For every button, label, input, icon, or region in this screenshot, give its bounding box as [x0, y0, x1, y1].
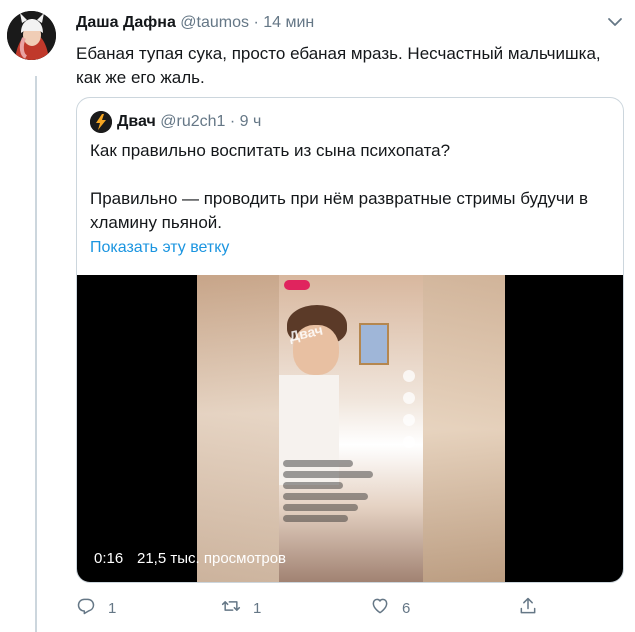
quoted-text: Как правильно воспитать из сына психопат…: [90, 139, 610, 235]
avatar[interactable]: [7, 11, 56, 60]
share-button[interactable]: [518, 597, 538, 619]
reply-button[interactable]: 1: [76, 597, 116, 619]
thread-line: [35, 76, 37, 632]
separator: ·: [253, 14, 259, 31]
quoted-text-line1: Как правильно воспитать из сына психопат…: [90, 141, 451, 160]
reply-count: 1: [108, 599, 117, 617]
video-player[interactable]: Двач 0:16 21,5 тыс. просмотров: [77, 275, 623, 582]
quoted-header: Двач @ru2ch1 · 9 ч: [117, 111, 261, 133]
author-name[interactable]: Даша Дафна: [76, 14, 176, 31]
tweet-actions: 1 1 6: [76, 597, 546, 619]
video-frame: Двач: [197, 275, 505, 582]
video-elapsed: 0:16: [94, 550, 124, 567]
video-views: 21,5 тыс. просмотров: [137, 550, 287, 567]
tweet-header: Даша Дафна @taumos · 14 мин: [76, 12, 314, 34]
quoted-avatar[interactable]: [90, 111, 112, 133]
retweet-count: 1: [253, 599, 262, 617]
chevron-down-icon[interactable]: [605, 14, 625, 30]
video-content: [279, 275, 423, 582]
reply-icon: [76, 596, 96, 620]
share-icon: [518, 596, 538, 620]
quoted-time[interactable]: 9 ч: [240, 113, 262, 130]
tweet-text: Ебаная тупая сука, просто ебаная мразь. …: [76, 44, 601, 87]
like-count: 6: [402, 599, 411, 617]
retweet-icon: [221, 596, 241, 620]
separator: ·: [229, 113, 236, 130]
like-icon: [370, 596, 390, 620]
retweet-button[interactable]: 1: [221, 597, 261, 619]
tweet-time[interactable]: 14 мин: [263, 14, 314, 31]
quoted-author-handle[interactable]: @ru2ch1: [160, 113, 225, 130]
quoted-author-name[interactable]: Двач: [117, 113, 156, 130]
like-button[interactable]: 6: [370, 597, 410, 619]
author-handle[interactable]: @taumos: [180, 14, 249, 31]
quoted-text-line2: Правильно — проводить при нём развратные…: [90, 189, 589, 232]
show-thread-link[interactable]: Показать эту ветку: [90, 237, 229, 259]
quoted-tweet[interactable]: Двач @ru2ch1 · 9 ч Как правильно воспита…: [76, 97, 624, 583]
